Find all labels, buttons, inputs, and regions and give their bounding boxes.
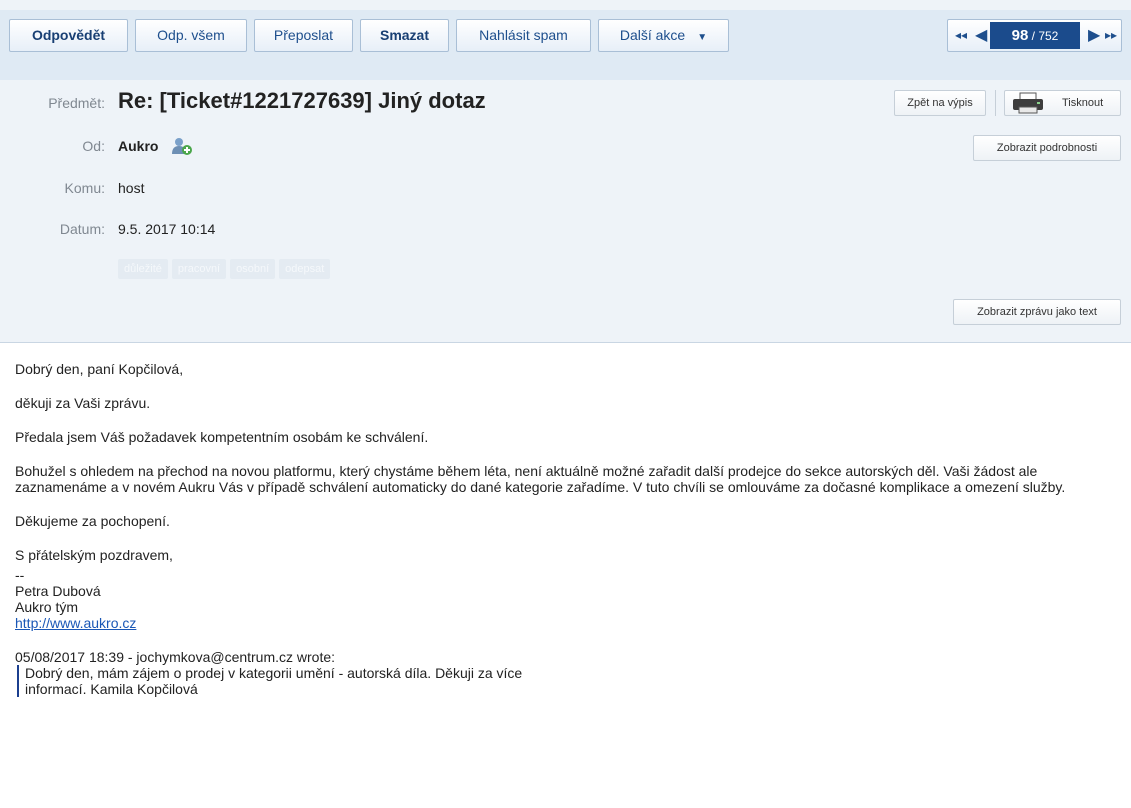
- quote-header: 05/08/2017 18:39 - jochymkova@centrum.cz…: [15, 649, 336, 665]
- tag-personal[interactable]: osobní: [230, 259, 276, 279]
- message-header: Předmět: Re: [Ticket#1221727639] Jiný do…: [0, 80, 1131, 343]
- signature-link[interactable]: http://www.aukro.cz: [15, 615, 136, 631]
- to-label: Komu:: [64, 180, 105, 196]
- quoted-message: Dobrý den, mám zájem o prodej v kategori…: [17, 665, 1115, 697]
- forward-button[interactable]: Přeposlat: [254, 19, 353, 52]
- current-message-number: 98: [1011, 27, 1029, 44]
- closing: S přátelským pozdravem,: [15, 547, 173, 563]
- from-label: Od:: [82, 138, 105, 154]
- total-messages: / 752: [1031, 29, 1059, 43]
- toolbar-top-strip: [0, 0, 1131, 10]
- next-message-icon[interactable]: ▶: [1088, 20, 1100, 51]
- body-paragraph: Předala jsem Váš požadavek kompetentním …: [15, 429, 429, 445]
- reply-all-button[interactable]: Odp. všem: [135, 19, 247, 52]
- message-pager: ◂◂ ◀ 98 / 752 ▶ ▸▸: [947, 19, 1122, 52]
- add-contact-icon[interactable]: [171, 136, 193, 156]
- tag-list: důležité pracovní osobní odepsat: [118, 259, 334, 279]
- separator: [995, 90, 996, 116]
- message-body: Dobrý den, paní Kopčilová, děkuji za Vaš…: [15, 361, 1115, 697]
- greeting: Dobrý den, paní Kopčilová,: [15, 361, 184, 377]
- subject-text: Re: [Ticket#1221727639] Jiný dotaz: [118, 88, 486, 113]
- more-actions-label: Další akce: [619, 27, 686, 43]
- signature-separator: --: [15, 567, 25, 583]
- print-label: Tisknout: [1062, 97, 1104, 109]
- caret-down-icon: ▼: [697, 32, 708, 43]
- subject-label: Předmět:: [48, 95, 105, 111]
- delete-button[interactable]: Smazat: [360, 19, 449, 52]
- sender-name: Aukro: [118, 138, 159, 154]
- printer-icon: [1011, 92, 1045, 114]
- recipient: host: [118, 180, 145, 196]
- print-button[interactable]: Tisknout: [1004, 90, 1121, 116]
- report-spam-button[interactable]: Nahlásit spam: [456, 19, 591, 52]
- back-to-list-button[interactable]: Zpět na výpis: [894, 90, 986, 116]
- tag-important[interactable]: důležité: [118, 259, 168, 279]
- first-message-icon[interactable]: ◂◂: [955, 20, 967, 51]
- reply-button[interactable]: Odpovědět: [9, 19, 128, 52]
- date-value: 9.5. 2017 10:14: [118, 221, 216, 237]
- quote-line: informací. Kamila Kopčilová: [25, 681, 198, 697]
- body-paragraph: Bohužel s ohledem na přechod na novou pl…: [15, 463, 1066, 495]
- tag-to-reply[interactable]: odepsat: [279, 259, 331, 279]
- quote-line: Dobrý den, mám zájem o prodej v kategori…: [25, 665, 523, 681]
- tag-work[interactable]: pracovní: [171, 259, 227, 279]
- date-label: Datum:: [59, 221, 105, 237]
- last-message-icon[interactable]: ▸▸: [1105, 20, 1117, 51]
- show-details-button[interactable]: Zobrazit podrobnosti: [973, 135, 1121, 161]
- more-actions-dropdown[interactable]: Další akce ▼: [598, 19, 729, 52]
- message-counter: 98 / 752: [990, 22, 1080, 49]
- body-paragraph: Děkujeme za pochopení.: [15, 513, 170, 529]
- body-paragraph: děkuji za Vaši zprávu.: [15, 395, 151, 411]
- previous-message-icon[interactable]: ◀: [975, 20, 987, 51]
- toolbar: Odpovědět Odp. všem Přeposlat Smazat Nah…: [0, 0, 1131, 80]
- show-as-text-button[interactable]: Zobrazit zprávu jako text: [953, 299, 1121, 325]
- signature-name: Petra Dubová: [15, 583, 101, 599]
- signature-team: Aukro tým: [15, 599, 79, 615]
